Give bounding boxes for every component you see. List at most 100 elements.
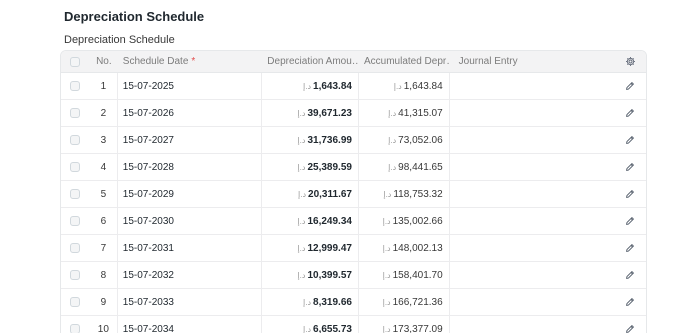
journal-entry-cell[interactable]	[450, 73, 614, 99]
row-number: 9	[90, 289, 118, 315]
accumulated-depreciation-cell[interactable]: د.إ 41,315.07	[359, 100, 450, 126]
table-row[interactable]: 9 15-07-2033 د.إ 8,319.66 د.إ 166,721.36	[61, 289, 646, 316]
pencil-icon[interactable]	[614, 289, 646, 315]
journal-entry-cell[interactable]	[450, 262, 614, 288]
depreciation-amount-cell[interactable]: د.إ 16,249.34	[262, 208, 359, 234]
journal-entry-cell[interactable]	[450, 127, 614, 153]
schedule-date-cell[interactable]: 15-07-2034	[118, 316, 263, 333]
table-row[interactable]: 1 15-07-2025 د.إ 1,643.84 د.إ 1,643.84	[61, 73, 646, 100]
row-select-cell[interactable]	[61, 73, 90, 99]
depreciation-amount-cell[interactable]: د.إ 6,655.73	[262, 316, 359, 333]
row-number: 8	[90, 262, 118, 288]
accumulated-depreciation-cell[interactable]: د.إ 158,401.70	[359, 262, 450, 288]
pencil-icon[interactable]	[614, 73, 646, 99]
currency-symbol: د.إ	[298, 189, 307, 199]
accumulated-depreciation-cell[interactable]: د.إ 173,377.09	[359, 316, 450, 333]
pencil-icon[interactable]	[614, 154, 646, 180]
pencil-icon[interactable]	[614, 100, 646, 126]
table-row[interactable]: 7 15-07-2031 د.إ 12,999.47 د.إ 148,002.13	[61, 235, 646, 262]
pencil-icon[interactable]	[614, 316, 646, 333]
accumulated-depreciation-cell[interactable]: د.إ 135,002.66	[359, 208, 450, 234]
table-row[interactable]: 6 15-07-2030 د.إ 16,249.34 د.إ 135,002.66	[61, 208, 646, 235]
row-checkbox[interactable]	[70, 81, 81, 91]
pencil-icon[interactable]	[614, 208, 646, 234]
accumulated-depreciation-value: 173,377.09	[392, 323, 443, 333]
depreciation-amount-cell[interactable]: د.إ 12,999.47	[262, 235, 359, 261]
journal-entry-cell[interactable]	[450, 316, 614, 333]
schedule-date-cell[interactable]: 15-07-2026	[118, 100, 263, 126]
row-select-cell[interactable]	[61, 235, 90, 261]
schedule-date-cell[interactable]: 15-07-2029	[118, 181, 263, 207]
pencil-icon[interactable]	[614, 262, 646, 288]
accumulated-depreciation-cell[interactable]: د.إ 98,441.65	[359, 154, 450, 180]
accumulated-depreciation-cell[interactable]: د.إ 1,643.84	[359, 73, 450, 99]
depreciation-amount-cell[interactable]: د.إ 20,311.67	[262, 181, 359, 207]
journal-entry-cell[interactable]	[450, 289, 614, 315]
row-checkbox[interactable]	[70, 297, 81, 307]
depreciation-amount-cell[interactable]: د.إ 25,389.59	[262, 154, 359, 180]
journal-entry-cell[interactable]	[450, 181, 614, 207]
table-row[interactable]: 2 15-07-2026 د.إ 39,671.23 د.إ 41,315.07	[61, 100, 646, 127]
row-select-cell[interactable]	[61, 181, 90, 207]
schedule-date-cell[interactable]: 15-07-2033	[118, 289, 263, 315]
table-row[interactable]: 5 15-07-2029 د.إ 20,311.67 د.إ 118,753.32	[61, 181, 646, 208]
depreciation-amount-cell[interactable]: د.إ 31,736.99	[262, 127, 359, 153]
header-journal-entry[interactable]: Journal Entry	[450, 51, 614, 72]
depreciation-amount-value: 20,311.67	[308, 188, 352, 200]
select-all-cell[interactable]	[61, 51, 90, 72]
pencil-icon[interactable]	[614, 235, 646, 261]
row-select-cell[interactable]	[61, 289, 90, 315]
pencil-icon[interactable]	[614, 181, 646, 207]
currency-symbol: د.إ	[393, 81, 402, 91]
schedule-date-cell[interactable]: 15-07-2030	[118, 208, 263, 234]
row-checkbox[interactable]	[70, 216, 81, 226]
journal-entry-cell[interactable]	[450, 208, 614, 234]
row-number: 6	[90, 208, 118, 234]
depreciation-amount-cell[interactable]: د.إ 1,643.84	[262, 73, 359, 99]
depreciation-amount-value: 1,643.84	[313, 80, 352, 92]
depreciation-amount-cell[interactable]: د.إ 39,671.23	[262, 100, 359, 126]
journal-entry-cell[interactable]	[450, 235, 614, 261]
table-body: 1 15-07-2025 د.إ 1,643.84 د.إ 1,643.84 2 15-07-…	[61, 73, 646, 333]
row-checkbox[interactable]	[70, 189, 81, 199]
schedule-date-cell[interactable]: 15-07-2028	[118, 154, 263, 180]
table-row[interactable]: 3 15-07-2027 د.إ 31,736.99 د.إ 73,052.06	[61, 127, 646, 154]
row-select-cell[interactable]	[61, 316, 90, 333]
schedule-date-cell[interactable]: 15-07-2031	[118, 235, 263, 261]
header-schedule-date[interactable]: Schedule Date *	[118, 51, 263, 72]
table-row[interactable]: 10 15-07-2034 د.إ 6,655.73 د.إ 173,377.09	[61, 316, 646, 333]
header-depreciation-amount[interactable]: Depreciation Amou…	[262, 51, 359, 72]
depreciation-amount-value: 16,249.34	[307, 215, 352, 227]
journal-entry-cell[interactable]	[450, 154, 614, 180]
row-select-cell[interactable]	[61, 154, 90, 180]
header-accumulated-depreciation[interactable]: Accumulated Depr…	[359, 51, 450, 72]
currency-symbol: د.إ	[388, 162, 397, 172]
row-checkbox[interactable]	[70, 135, 81, 145]
row-checkbox[interactable]	[70, 270, 81, 280]
row-select-cell[interactable]	[61, 262, 90, 288]
accumulated-depreciation-cell[interactable]: د.إ 118,753.32	[359, 181, 450, 207]
gear-icon[interactable]	[614, 51, 646, 72]
table-row[interactable]: 4 15-07-2028 د.إ 25,389.59 د.إ 98,441.65	[61, 154, 646, 181]
row-select-cell[interactable]	[61, 100, 90, 126]
row-checkbox[interactable]	[70, 162, 81, 172]
row-select-cell[interactable]	[61, 208, 90, 234]
depreciation-amount-value: 12,999.47	[307, 242, 352, 254]
journal-entry-cell[interactable]	[450, 100, 614, 126]
row-checkbox[interactable]	[70, 108, 81, 118]
currency-symbol: د.إ	[388, 108, 397, 118]
row-select-cell[interactable]	[61, 127, 90, 153]
accumulated-depreciation-cell[interactable]: د.إ 166,721.36	[359, 289, 450, 315]
row-checkbox[interactable]	[70, 243, 81, 253]
schedule-date-cell[interactable]: 15-07-2025	[118, 73, 263, 99]
pencil-icon[interactable]	[614, 127, 646, 153]
schedule-date-cell[interactable]: 15-07-2032	[118, 262, 263, 288]
accumulated-depreciation-cell[interactable]: د.إ 73,052.06	[359, 127, 450, 153]
row-checkbox[interactable]	[70, 324, 81, 333]
depreciation-amount-cell[interactable]: د.إ 8,319.66	[262, 289, 359, 315]
table-row[interactable]: 8 15-07-2032 د.إ 10,399.57 د.إ 158,401.70	[61, 262, 646, 289]
accumulated-depreciation-cell[interactable]: د.إ 148,002.13	[359, 235, 450, 261]
depreciation-amount-cell[interactable]: د.إ 10,399.57	[262, 262, 359, 288]
select-all-checkbox[interactable]	[70, 56, 81, 67]
schedule-date-cell[interactable]: 15-07-2027	[118, 127, 263, 153]
